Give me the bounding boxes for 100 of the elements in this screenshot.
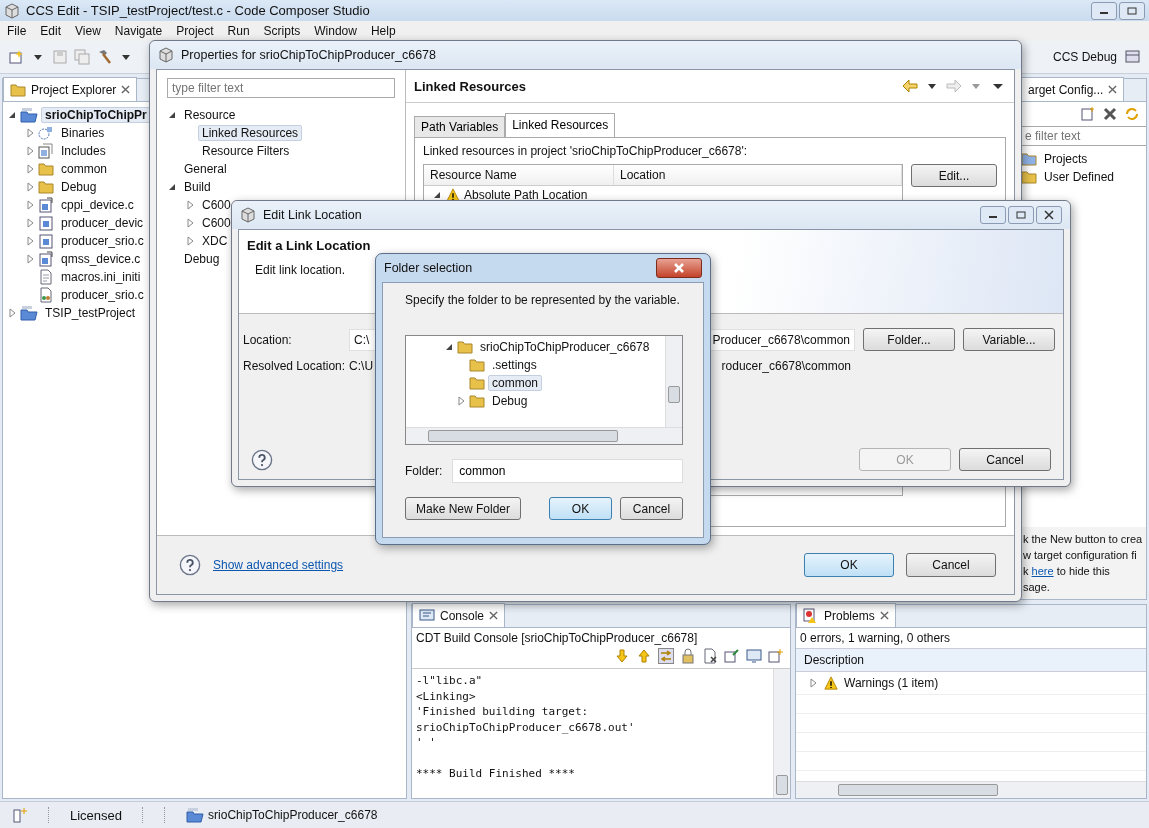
tree-item[interactable]: C600 (198, 197, 235, 213)
dialog-button[interactable]: Cancel (620, 497, 683, 520)
browse-button[interactable]: Folder... (863, 328, 955, 351)
tree-item[interactable]: producer_devic (57, 215, 148, 231)
refresh-icon[interactable] (1124, 106, 1140, 122)
tree-item[interactable]: cppi_device.c (57, 197, 138, 213)
expanded-arrow-icon[interactable] (167, 182, 177, 192)
tree-item[interactable]: Debug (488, 393, 532, 409)
new-configuration-icon[interactable] (1080, 106, 1096, 122)
problem-group[interactable]: Warnings (1 item) (844, 676, 939, 690)
forward-arrow-icon[interactable] (946, 78, 962, 94)
expanded-arrow-icon[interactable] (167, 110, 177, 120)
swap-arrows-icon[interactable] (658, 648, 674, 664)
collapsed-arrow-icon[interactable] (25, 164, 35, 174)
menu-item[interactable]: Project (171, 23, 219, 39)
tree-item[interactable]: qmss_device.c (57, 251, 145, 267)
tab[interactable]: Linked Resources (505, 113, 616, 137)
target-configurations-tab[interactable]: arget Config... (1021, 77, 1125, 101)
collapsed-arrow-icon[interactable] (185, 200, 195, 210)
collapsed-arrow-icon[interactable] (456, 396, 466, 406)
tree-item[interactable]: common (57, 161, 111, 177)
filter-field[interactable]: e filter text (1021, 126, 1146, 146)
close-button[interactable] (1036, 206, 1062, 224)
new-file-icon[interactable] (8, 49, 24, 65)
monitor-icon[interactable] (746, 648, 762, 664)
clear-console-icon[interactable] (702, 648, 718, 664)
column-header[interactable]: Description (796, 648, 1146, 672)
close-icon[interactable] (489, 611, 499, 620)
horizontal-scrollbar[interactable] (406, 427, 682, 444)
close-icon[interactable] (121, 85, 131, 94)
menu-item[interactable]: Scripts (258, 23, 306, 39)
new-item-icon[interactable] (12, 807, 28, 823)
back-arrow-icon[interactable] (902, 78, 918, 94)
column-header[interactable]: Location (614, 165, 902, 185)
perspective-switch-icon[interactable] (1125, 49, 1141, 65)
close-button[interactable] (656, 258, 702, 278)
dialog-button[interactable]: Cancel (906, 553, 996, 577)
column-header[interactable]: Resource Name (424, 165, 614, 185)
tree-item[interactable]: common (488, 375, 542, 391)
tree-item[interactable]: Debug (180, 251, 224, 267)
tree-item[interactable]: C600 (198, 215, 235, 231)
tree-item[interactable]: Resource Filters (198, 143, 294, 159)
down-arrow-icon[interactable] (614, 648, 630, 664)
expanded-arrow-icon[interactable] (7, 110, 17, 120)
project-explorer-tab[interactable]: Project Explorer (3, 77, 138, 101)
menu-item[interactable]: File (2, 23, 32, 39)
pin-icon[interactable] (724, 648, 740, 664)
tree-item[interactable]: .settings (488, 357, 541, 373)
expanded-arrow-icon[interactable] (432, 190, 442, 200)
menu-item[interactable]: View (70, 23, 106, 39)
tree-item[interactable]: producer_srio.c (57, 233, 148, 249)
edit-button[interactable]: Edit... (911, 164, 997, 187)
minimize-button[interactable] (980, 206, 1006, 224)
collapsed-arrow-icon[interactable] (185, 218, 195, 228)
collapsed-arrow-icon[interactable] (185, 236, 195, 246)
collapsed-arrow-icon[interactable] (25, 182, 35, 192)
collapsed-arrow-icon[interactable] (25, 128, 35, 138)
vertical-scrollbar[interactable] (773, 669, 790, 798)
browse-button[interactable]: Variable... (963, 328, 1055, 351)
tree-item[interactable]: Linked Resources (198, 125, 303, 141)
tree-item[interactable]: producer_srio.c (57, 287, 148, 303)
minimize-button[interactable] (1091, 1, 1117, 20)
filter-field[interactable]: type filter text (167, 78, 395, 98)
tree-item[interactable]: macros.ini_initi (57, 269, 145, 285)
collapsed-arrow-icon[interactable] (25, 236, 35, 246)
tree-item[interactable]: TSIP_testProject (41, 305, 140, 321)
collapsed-arrow-icon[interactable] (7, 308, 17, 318)
tree-item[interactable]: Projects (1040, 151, 1092, 167)
tree-item[interactable]: srioChipToChipProducer_c6678 (476, 339, 654, 355)
dialog-button[interactable]: Make New Folder (405, 497, 522, 520)
save-all-icon[interactable] (74, 49, 90, 65)
menu-item[interactable]: Help (365, 23, 401, 39)
dialog-button[interactable]: Cancel (959, 448, 1051, 471)
collapsed-arrow-icon[interactable] (25, 200, 35, 210)
tree-item[interactable]: User Defined (1040, 169, 1119, 185)
help-icon[interactable] (179, 554, 201, 576)
tree-item[interactable]: Includes (57, 143, 110, 159)
collapsed-arrow-icon[interactable] (25, 254, 35, 264)
menu-item[interactable]: Run (222, 23, 255, 39)
expanded-arrow-icon[interactable] (444, 342, 454, 352)
delete-icon[interactable] (1102, 106, 1118, 122)
tree-item[interactable]: srioChipToChipPr (41, 107, 151, 123)
collapsed-arrow-icon[interactable] (808, 678, 818, 688)
console-tab[interactable]: Console (412, 603, 506, 627)
dialog-button[interactable]: OK (549, 497, 612, 520)
menu-item[interactable]: Window (309, 23, 362, 39)
folder-field[interactable]: common (452, 459, 683, 483)
menu-item[interactable]: Edit (35, 23, 67, 39)
vertical-scrollbar[interactable] (665, 336, 682, 427)
perspective-button[interactable]: CCS Debug (1048, 48, 1121, 66)
new-console-icon[interactable] (768, 648, 784, 664)
dialog-button[interactable]: OK (804, 553, 894, 577)
horizontal-scrollbar[interactable] (796, 781, 1146, 798)
close-icon[interactable] (1108, 85, 1118, 94)
tab[interactable]: Path Variables (414, 116, 506, 137)
hide-message-link[interactable]: here (1031, 565, 1054, 577)
tree-item[interactable]: Binaries (57, 125, 109, 141)
tree-item[interactable]: General (180, 161, 231, 177)
close-icon[interactable] (879, 611, 889, 620)
tree-item[interactable]: Build (180, 179, 215, 195)
